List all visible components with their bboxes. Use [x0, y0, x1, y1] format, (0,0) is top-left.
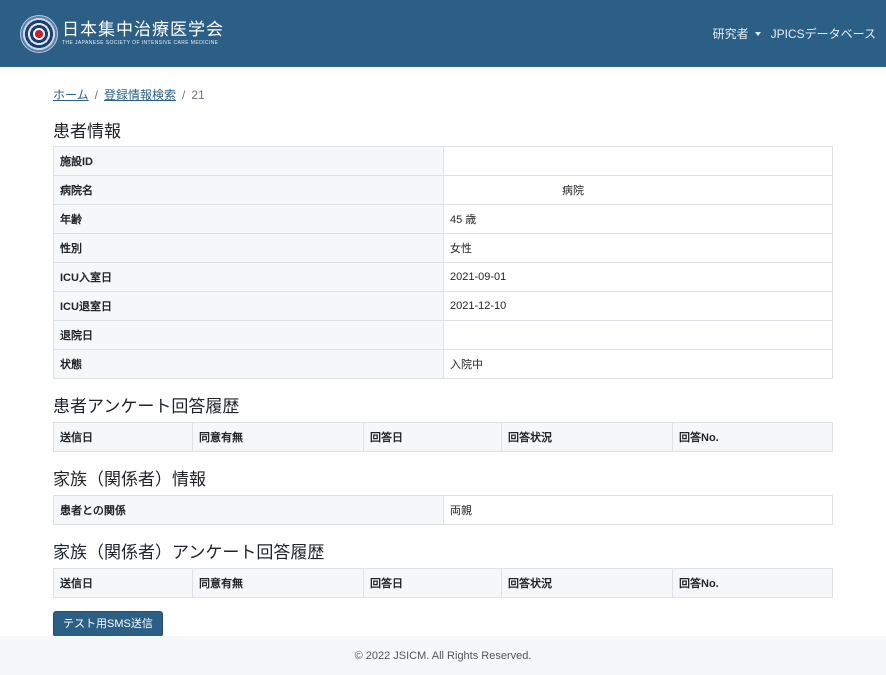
- hospital-name-value: 病院: [443, 175, 833, 205]
- patient-info-table: 施設ID 病院名 病院 年齢 45 歳 性別 女性 ICU入室日 2021-09…: [53, 146, 833, 379]
- caret-down-icon: [754, 31, 761, 36]
- col-sent-date: 送信日: [53, 422, 193, 452]
- patient-survey-table: 送信日 同意有無 回答日 回答状況 回答No.: [53, 422, 833, 452]
- col-consent: 同意有無: [192, 568, 364, 598]
- col-answer-status: 回答状況: [501, 422, 673, 452]
- col-answer-status: 回答状況: [501, 568, 673, 598]
- facility-id-label: 施設ID: [53, 146, 444, 176]
- patient-survey-title: 患者アンケート回答履歴: [53, 397, 240, 416]
- sex-label: 性別: [53, 233, 444, 263]
- brand[interactable]: 日本集中治療医学会 THE JAPANESE SOCIETY OF INTENS…: [20, 14, 224, 53]
- col-sent-date: 送信日: [53, 568, 193, 598]
- status-value: 入院中: [443, 349, 833, 379]
- table-row: 年齢 45 歳: [53, 204, 833, 234]
- family-info-table: 患者との関係 両親: [53, 495, 833, 525]
- family-survey-title: 家族（関係者）アンケート回答履歴: [53, 543, 325, 562]
- col-answer-date: 回答日: [363, 568, 502, 598]
- table-row: ICU退室日 2021-12-10: [53, 291, 833, 321]
- family-survey-table: 送信日 同意有無 回答日 回答状況 回答No.: [53, 568, 833, 598]
- hospital-discharge-value: [443, 320, 833, 350]
- table-row: 患者との関係 両親: [53, 495, 833, 525]
- sex-value: 女性: [443, 233, 833, 263]
- icu-admission-value: 2021-09-01: [443, 262, 833, 292]
- table-row: 性別 女性: [53, 233, 833, 263]
- top-navbar: 日本集中治療医学会 THE JAPANESE SOCIETY OF INTENS…: [0, 0, 886, 67]
- icu-discharge-value: 2021-12-10: [443, 291, 833, 321]
- facility-id-value: [443, 146, 833, 176]
- status-label: 状態: [53, 349, 444, 379]
- family-info-title: 家族（関係者）情報: [53, 470, 206, 489]
- hospital-name-text: 病院: [562, 185, 584, 197]
- jsicm-logo-icon: [20, 14, 58, 53]
- copyright-text: © 2022 JSICM. All Rights Reserved.: [354, 649, 532, 662]
- main-content: ホーム / 登録情報検索 / 21 患者情報 施設ID 病院名 病院 年齢 45…: [0, 86, 886, 637]
- table-header-row: 送信日 同意有無 回答日 回答状況 回答No.: [53, 422, 833, 452]
- age-label: 年齢: [53, 204, 444, 234]
- brand-name-en: THE JAPANESE SOCIETY OF INTENSIVE CARE M…: [62, 39, 219, 46]
- icu-discharge-label: ICU退室日: [53, 291, 444, 321]
- footer: © 2022 JSICM. All Rights Reserved.: [0, 636, 886, 675]
- breadcrumb-home-link[interactable]: ホーム: [53, 86, 89, 103]
- table-row: ICU入室日 2021-09-01: [53, 262, 833, 292]
- age-value: 45 歳: [443, 204, 833, 234]
- hospital-name-label: 病院名: [53, 175, 444, 205]
- jpics-database-link[interactable]: JPICSデータベース: [771, 25, 876, 42]
- col-consent: 同意有無: [192, 422, 364, 452]
- brand-text: 日本集中治療医学会 THE JAPANESE SOCIETY OF INTENS…: [62, 19, 224, 47]
- table-row: 病院名 病院: [53, 175, 833, 205]
- researcher-label: 研究者: [712, 27, 749, 41]
- patient-info-title: 患者情報: [53, 122, 121, 141]
- relationship-value: 両親: [443, 495, 833, 525]
- col-answer-no: 回答No.: [672, 422, 833, 452]
- col-answer-date: 回答日: [363, 422, 502, 452]
- jpics-database-label: JPICSデータベース: [770, 27, 876, 41]
- nav-right: 研究者 JPICSデータベース: [713, 25, 876, 42]
- table-row: 施設ID: [53, 146, 833, 176]
- test-sms-button[interactable]: テスト用SMS送信: [53, 611, 163, 637]
- table-row: 状態 入院中: [53, 349, 833, 379]
- brand-name-jp: 日本集中治療医学会: [62, 19, 224, 40]
- hospital-discharge-label: 退院日: [53, 320, 444, 350]
- breadcrumb-separator: /: [182, 87, 186, 102]
- table-row: 退院日: [53, 320, 833, 350]
- breadcrumb-separator: /: [94, 87, 98, 102]
- table-header-row: 送信日 同意有無 回答日 回答状況 回答No.: [53, 568, 833, 598]
- icu-admission-label: ICU入室日: [53, 262, 444, 292]
- researcher-dropdown[interactable]: 研究者: [713, 25, 761, 42]
- col-answer-no: 回答No.: [672, 568, 833, 598]
- breadcrumb-search-link[interactable]: 登録情報検索: [104, 86, 176, 103]
- breadcrumb-current: 21: [191, 87, 205, 102]
- relationship-label: 患者との関係: [53, 495, 444, 525]
- breadcrumb: ホーム / 登録情報検索 / 21: [53, 86, 833, 103]
